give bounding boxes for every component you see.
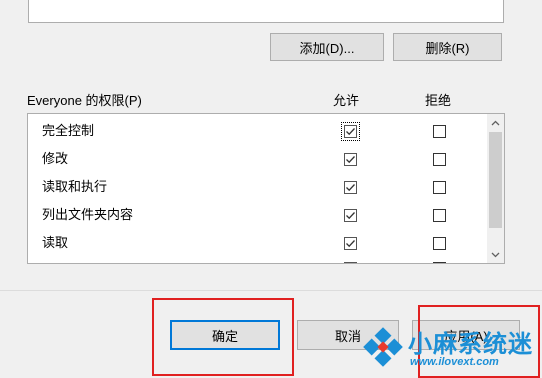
checkmark-icon bbox=[346, 212, 355, 220]
permission-label-full-control: 完全控制 bbox=[42, 123, 95, 138]
group-user-list[interactable] bbox=[28, 0, 504, 23]
permissions-list[interactable]: 完全控制 修改 读取和执行 列出文件夹内容 读取 bbox=[27, 113, 505, 264]
remove-button[interactable]: 删除(R) bbox=[393, 33, 502, 61]
checkmark-icon bbox=[346, 240, 355, 248]
checkmark-icon bbox=[346, 128, 355, 136]
checkmark-icon bbox=[346, 184, 355, 192]
permission-label-list-folder: 列出文件夹内容 bbox=[42, 207, 134, 222]
allow-column-header: 允许 bbox=[333, 93, 360, 108]
deny-column-header: 拒绝 bbox=[425, 93, 452, 108]
ok-highlight-box bbox=[152, 298, 294, 376]
deny-full-control-checkbox[interactable] bbox=[433, 125, 446, 138]
allow-read-checkbox[interactable] bbox=[344, 237, 357, 250]
windows-logo-icon bbox=[363, 327, 403, 367]
watermark-url: www.ilovext.com bbox=[410, 356, 499, 368]
permissions-title: Everyone 的权限(P) bbox=[27, 93, 142, 108]
deny-read-checkbox[interactable] bbox=[433, 237, 446, 250]
deny-list-folder-checkbox[interactable] bbox=[433, 209, 446, 222]
allow-modify-checkbox[interactable] bbox=[344, 153, 357, 166]
permissions-scrollbar[interactable] bbox=[487, 114, 504, 263]
watermark: 小麻系统迷 www.ilovext.com bbox=[360, 320, 542, 378]
scroll-down-arrow-icon[interactable] bbox=[487, 246, 504, 263]
permission-label-modify: 修改 bbox=[42, 151, 69, 166]
permission-label-read-execute: 读取和执行 bbox=[42, 179, 108, 194]
scroll-up-arrow-icon[interactable] bbox=[487, 114, 504, 131]
scroll-thumb[interactable] bbox=[489, 132, 502, 228]
watermark-text: 小麻系统迷 bbox=[408, 331, 533, 358]
deny-write-checkbox[interactable] bbox=[433, 262, 446, 263]
allow-full-control-checkbox[interactable] bbox=[341, 122, 360, 141]
footer-divider bbox=[0, 290, 542, 291]
deny-read-execute-checkbox[interactable] bbox=[433, 181, 446, 194]
allow-read-execute-checkbox[interactable] bbox=[344, 181, 357, 194]
permission-label-read: 读取 bbox=[42, 235, 69, 250]
checkmark-icon bbox=[346, 156, 355, 164]
add-button[interactable]: 添加(D)... bbox=[270, 33, 384, 61]
allow-list-folder-checkbox[interactable] bbox=[344, 209, 357, 222]
deny-modify-checkbox[interactable] bbox=[433, 153, 446, 166]
allow-write-checkbox[interactable] bbox=[344, 262, 357, 263]
